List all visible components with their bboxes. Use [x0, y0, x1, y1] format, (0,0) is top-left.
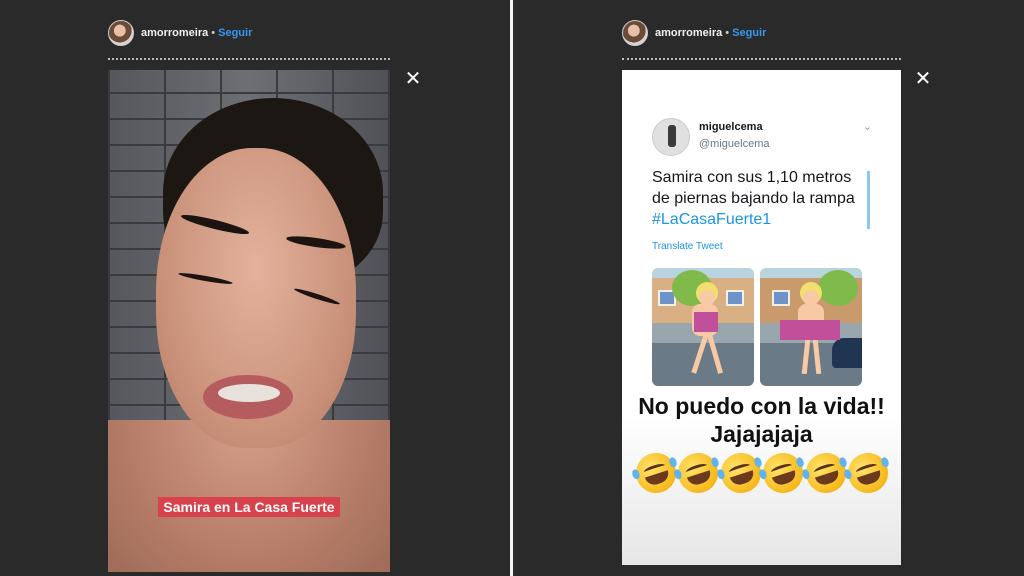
teeth — [218, 384, 280, 402]
rolling-laughing-emoji-icon — [757, 447, 809, 499]
avatar[interactable] — [108, 20, 134, 46]
story-header: amorromeira • Seguir — [108, 20, 252, 46]
chevron-down-icon: ⌄ — [862, 121, 872, 133]
story-viewer: amorromeira • Seguir ✕ Samira en La Casa… — [0, 0, 1024, 576]
tweet-text: Samira con sus 1,10 metros de piernas ba… — [652, 167, 867, 230]
tweet-image-2 — [760, 268, 862, 386]
overlay-text: No puedo con la vida!! Jajajajaja — [622, 392, 901, 448]
overlay-line-2: Jajajajaja — [710, 421, 813, 447]
username[interactable]: amorromeira — [141, 27, 208, 39]
story-caption: Samira en La Casa Fuerte — [158, 497, 340, 517]
overlay-line-1: No puedo con la vida!! — [638, 393, 885, 419]
story-header: amorromeira • Seguir — [622, 20, 766, 46]
close-icon[interactable]: ✕ — [914, 69, 932, 89]
story-progress-bar — [622, 58, 901, 60]
story-progress-bar — [108, 58, 390, 60]
left-story-panel: amorromeira • Seguir ✕ Samira en La Casa… — [0, 0, 510, 576]
story-media-selfie[interactable]: Samira en La Casa Fuerte — [108, 70, 390, 572]
separator-dot: • — [211, 27, 216, 39]
username[interactable]: amorromeira — [655, 27, 722, 39]
separator-dot: • — [725, 27, 730, 39]
close-icon[interactable]: ✕ — [404, 69, 422, 89]
rolling-laughing-emoji-icon — [842, 447, 894, 499]
tweet-handle: @miguelcema — [699, 138, 770, 150]
tweet-header: miguelcema @miguelcema ⌄ — [652, 118, 872, 158]
tweet-image-1 — [652, 268, 754, 386]
follow-button[interactable]: Seguir — [218, 27, 252, 39]
tweet-body: Samira con sus 1,10 metros de piernas ba… — [652, 169, 855, 207]
tweet-avatar — [652, 118, 690, 156]
follow-button[interactable]: Seguir — [732, 27, 766, 39]
tweet-hashtag: #LaCasaFuerte1 — [652, 211, 772, 228]
tweet-quote-bar — [867, 171, 870, 229]
tweet-display-name: miguelcema — [699, 121, 763, 133]
emoji-row — [630, 447, 894, 499]
story-media-tweet[interactable]: miguelcema @miguelcema ⌄ Samira con sus … — [622, 70, 901, 565]
translate-tweet-link: Translate Tweet — [652, 241, 723, 252]
avatar[interactable] — [622, 20, 648, 46]
